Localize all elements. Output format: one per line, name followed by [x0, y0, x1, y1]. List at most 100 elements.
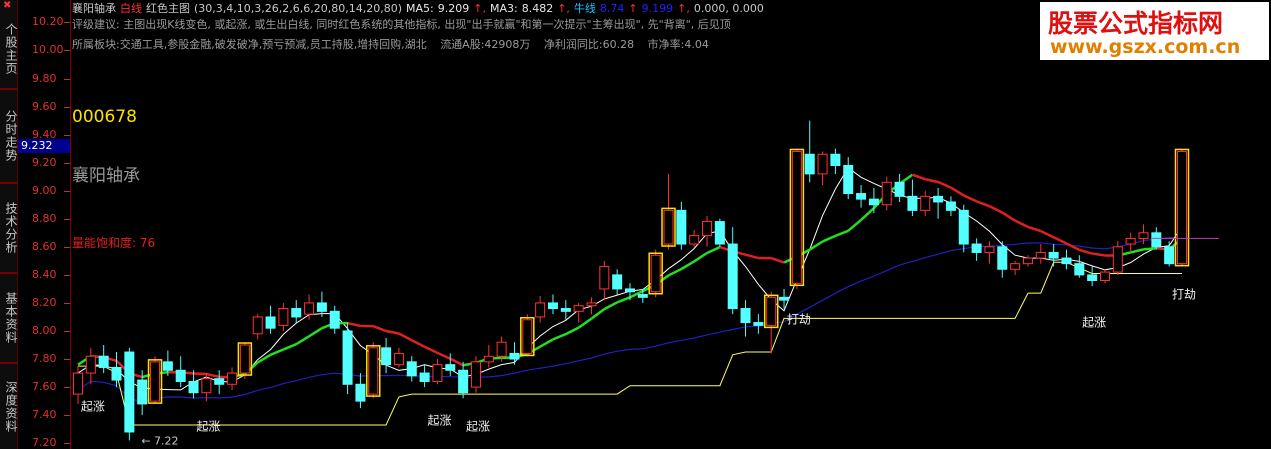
candle-body: [1061, 257, 1072, 265]
signal-line-segment: [950, 186, 965, 197]
stock-code: 000678: [72, 107, 137, 127]
close-icon[interactable]: ✖: [3, 0, 11, 11]
y-tick-label: 8.60: [32, 239, 57, 253]
signal-line-segment: [385, 329, 400, 335]
y-tick-label: 7.80: [32, 352, 57, 366]
candle-body: [945, 201, 956, 211]
candle-body: [997, 246, 1008, 270]
line4-value: 9.199: [641, 2, 674, 15]
signal-line-segment: [822, 234, 836, 243]
ma3-up-arrow-icon: ↑,: [557, 2, 570, 15]
signal-line-segment: [963, 194, 978, 203]
candle-body: [779, 296, 790, 301]
signal-line-segment: [770, 256, 785, 264]
y-tick-mark: [64, 190, 70, 192]
stock-name: 襄阳轴承: [72, 166, 140, 186]
candle-body: [560, 308, 571, 312]
candle-body: [98, 355, 109, 368]
header-formula[interactable]: 红色主图: [146, 2, 190, 15]
tab-intraday[interactable]: 分时走势: [0, 96, 18, 176]
ma3-label: MA3:: [489, 2, 518, 15]
signal-annotation: 起涨: [81, 399, 105, 414]
candle-body: [663, 209, 674, 245]
watermark-title: 股票公式指标网: [1048, 9, 1224, 38]
candle-body: [162, 361, 173, 371]
candle-body: [406, 361, 417, 377]
sector-info: 所属板块:交通工具,参股金融,破发破净,预亏预减,员工持股,增持回购,湖北 流通…: [72, 36, 709, 52]
low-price-label: ← 7.22: [141, 434, 178, 447]
candle-body: [252, 316, 263, 335]
candle-body: [689, 235, 700, 245]
y-tick-mark: [64, 22, 70, 24]
y-tick-mark: [64, 274, 70, 276]
candle-body: [265, 316, 276, 329]
signal-line-segment: [667, 267, 682, 277]
advice-text: 评级建议: 主图出现K线变色, 或起涨, 或生出白线, 同时红色系统的其他指标,…: [72, 18, 731, 31]
header-stock: 襄阳轴承: [72, 2, 116, 15]
y-tick-mark: [64, 246, 70, 248]
signal-line-segment: [282, 343, 297, 351]
candle-body: [150, 361, 161, 402]
candle-body: [496, 341, 507, 357]
net-profit-yoy: 净利润同比:60.28: [543, 38, 635, 51]
y-tick-mark: [64, 134, 70, 136]
signal-line-segment: [1027, 225, 1042, 233]
sidebar: ✖ 个股主页 分时走势 技术分析 基本资料 深度资料: [0, 0, 18, 449]
indicator-bar: 襄阳轴承 白线 红色主图 (30,3,4,10,3,26,2,6,6,20,80,14…: [72, 0, 768, 16]
signal-line-segment: [976, 200, 990, 208]
signal-annotation: 起涨: [466, 418, 490, 433]
tab-stock-home[interactable]: 个股主页: [0, 14, 18, 84]
y-tick-mark: [64, 218, 70, 220]
signal-line-segment: [398, 332, 413, 342]
tab-basic-info[interactable]: 基本资料: [0, 278, 18, 358]
candle-body: [650, 254, 661, 293]
candle-body: [111, 366, 122, 381]
candle-body: [393, 352, 404, 366]
candle-body: [740, 308, 751, 324]
tab-technical[interactable]: 技术分析: [0, 188, 18, 268]
candle-body: [458, 369, 469, 394]
signal-line-segment: [565, 326, 580, 336]
signal-annotation: 打劫: [1172, 287, 1196, 301]
signal-annotation: 打劫: [787, 313, 811, 327]
candle-body: [766, 296, 777, 326]
signal-line-segment: [539, 338, 554, 348]
candle-body: [1112, 246, 1123, 273]
candle-body: [227, 372, 238, 385]
candle-body: [201, 378, 212, 394]
candlestick-chart: ← 7.22起涨起涨 起涨 起涨起涨打劫打劫: [73, 120, 1219, 447]
y-tick-mark: [64, 443, 70, 445]
y-tick-mark: [64, 78, 70, 80]
candle-body: [573, 305, 584, 312]
candle-body: [637, 294, 648, 298]
candle-body: [483, 355, 494, 363]
candle-body: [368, 347, 379, 395]
sidebar-divider: [0, 272, 17, 274]
signal-line-segment: [924, 178, 939, 184]
candle-body: [894, 181, 905, 197]
header-indicator[interactable]: 白线: [120, 2, 142, 15]
signal-line-segment: [347, 321, 361, 328]
y-tick-label: 10.00: [32, 43, 64, 57]
tail-values: 0.000, 0.000: [693, 2, 764, 15]
y-tick-mark: [64, 302, 70, 304]
candle-body: [432, 364, 443, 382]
candle-body: [1074, 263, 1085, 276]
tab-deep-info[interactable]: 深度资料: [0, 368, 18, 446]
signal-line-segment: [270, 348, 284, 356]
candle-body: [1010, 263, 1021, 270]
signal-line-segment: [1078, 248, 1093, 255]
ma5-value: 9.209: [437, 2, 470, 15]
line3-label: 牛线: [573, 2, 596, 15]
float-shares: 流通A股:42908万: [440, 38, 531, 51]
candle-body: [342, 330, 353, 385]
candle-body: [753, 322, 764, 326]
candle-body: [1125, 237, 1136, 245]
signal-line-segment: [295, 335, 310, 346]
signal-line-segment: [937, 180, 952, 189]
signal-line-segment: [308, 327, 323, 338]
y-tick-label: 8.20: [32, 295, 57, 309]
candle-body: [984, 246, 995, 253]
y-tick-mark: [64, 415, 70, 417]
current-price-marker: 9.232: [18, 139, 70, 153]
